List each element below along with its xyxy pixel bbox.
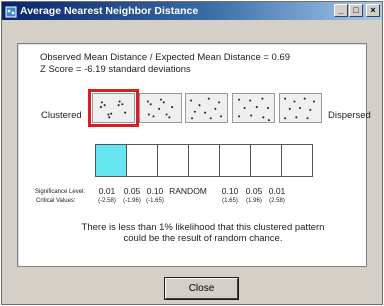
window-controls: _ □ × bbox=[334, 4, 380, 17]
significance-value: 0.05 bbox=[123, 186, 141, 196]
title-bar[interactable]: Average Nearest Neighbor Distance _ □ × bbox=[2, 2, 382, 20]
maximize-button[interactable]: □ bbox=[349, 4, 363, 17]
critical-value: (1.65) bbox=[222, 198, 238, 204]
close-button[interactable]: Close bbox=[165, 278, 238, 299]
results-panel: Observed Mean Distance / Expected Mean D… bbox=[17, 43, 371, 267]
dialog-window: Average Nearest Neighbor Distance _ □ × … bbox=[1, 1, 383, 305]
bar-cell bbox=[220, 145, 251, 176]
ratio-text: Observed Mean Distance / Expected Mean D… bbox=[40, 52, 291, 63]
bar-cell bbox=[251, 145, 282, 176]
bar-cell-active bbox=[96, 145, 127, 176]
dispersed-label: Dispersed bbox=[328, 110, 371, 121]
critical-value: (-1.65) bbox=[146, 198, 164, 204]
critical-value: (-1.96) bbox=[123, 198, 141, 204]
significance-label: Significance Level: bbox=[35, 189, 86, 195]
minimize-button[interactable]: _ bbox=[334, 4, 348, 17]
close-window-button[interactable]: × bbox=[366, 4, 380, 17]
window-title: Average Nearest Neighbor Distance bbox=[20, 5, 199, 17]
app-icon bbox=[5, 5, 17, 18]
significance-value: 0.05 bbox=[245, 186, 263, 196]
significance-value: 0.01 bbox=[268, 186, 286, 196]
significance-value: 0.10 bbox=[146, 186, 164, 196]
zscore-text: Z Score = -6.19 standard deviations bbox=[40, 64, 191, 75]
critical-value: (1.96) bbox=[246, 198, 262, 204]
pattern-dispersed-points-icon bbox=[279, 93, 322, 123]
bar-cell bbox=[189, 145, 220, 176]
conclusion-message: There is less than 1% likelihood that th… bbox=[81, 222, 325, 244]
clustered-label: Clustered bbox=[41, 110, 82, 121]
significance-value: 0.10 bbox=[221, 186, 239, 196]
significance-value: 0.01 bbox=[98, 186, 116, 196]
pattern-clustered-points-icon bbox=[88, 89, 139, 127]
critical-value: (2.58) bbox=[269, 198, 285, 204]
significance-value: RANDOM bbox=[169, 186, 207, 196]
critical-values-label: Critical Values: bbox=[36, 198, 76, 204]
bar-cell bbox=[158, 145, 189, 176]
pattern-somewhat-clustered-points-icon bbox=[139, 93, 182, 123]
bar-cell bbox=[282, 145, 312, 176]
pattern-random-points-icon bbox=[185, 93, 228, 123]
pattern-somewhat-dispersed-points-icon bbox=[232, 93, 275, 123]
bar-cell bbox=[127, 145, 158, 176]
significance-bar bbox=[95, 144, 313, 177]
critical-value: (-2.58) bbox=[98, 198, 116, 204]
